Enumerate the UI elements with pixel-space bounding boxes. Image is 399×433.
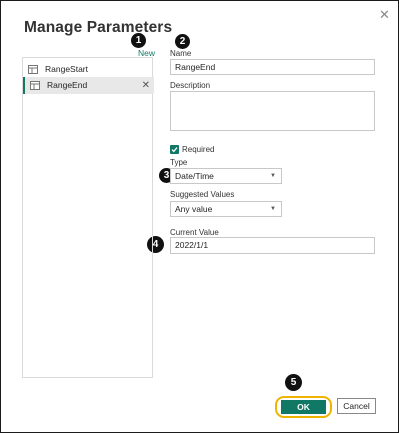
required-label: Required <box>182 145 215 154</box>
parameter-item-rangestart[interactable]: RangeStart <box>23 61 152 78</box>
parameter-item-label: RangeEnd <box>47 80 88 90</box>
close-icon[interactable]: ✕ <box>379 7 390 23</box>
suggested-values-select[interactable]: Any value ▼ <box>170 201 282 217</box>
type-select-value: Date/Time <box>175 171 214 181</box>
required-checkbox[interactable] <box>170 145 179 154</box>
step-marker-1: 1 <box>131 33 146 48</box>
suggested-values-select-value: Any value <box>175 204 213 214</box>
description-label: Description <box>170 81 211 90</box>
description-textarea[interactable] <box>170 91 375 131</box>
chevron-down-icon: ▼ <box>270 173 276 179</box>
parameter-list: RangeStart RangeEnd ✕ <box>22 57 154 378</box>
check-icon <box>171 147 178 153</box>
current-value-input[interactable]: 2022/1/1 <box>170 237 375 254</box>
dialog-title: Manage Parameters <box>24 19 173 36</box>
ok-button[interactable]: OK <box>281 400 326 414</box>
suggested-values-label: Suggested Values <box>170 190 235 199</box>
name-label: Name <box>170 49 192 58</box>
table-parameter-icon <box>28 65 38 74</box>
step-marker-5: 5 <box>285 374 302 391</box>
chevron-down-icon: ▼ <box>270 206 276 212</box>
name-input[interactable]: RangeEnd <box>170 59 375 75</box>
type-select[interactable]: Date/Time ▼ <box>170 168 282 184</box>
cancel-button[interactable]: Cancel <box>337 398 376 414</box>
table-parameter-icon <box>30 81 40 90</box>
step-marker-2: 2 <box>175 34 190 49</box>
delete-x-icon[interactable]: ✕ <box>142 77 150 94</box>
type-label: Type <box>170 158 188 167</box>
current-value-label: Current Value <box>170 228 219 237</box>
parameter-item-label: RangeStart <box>45 64 88 74</box>
parameter-item-rangeend[interactable]: RangeEnd ✕ <box>23 77 154 94</box>
